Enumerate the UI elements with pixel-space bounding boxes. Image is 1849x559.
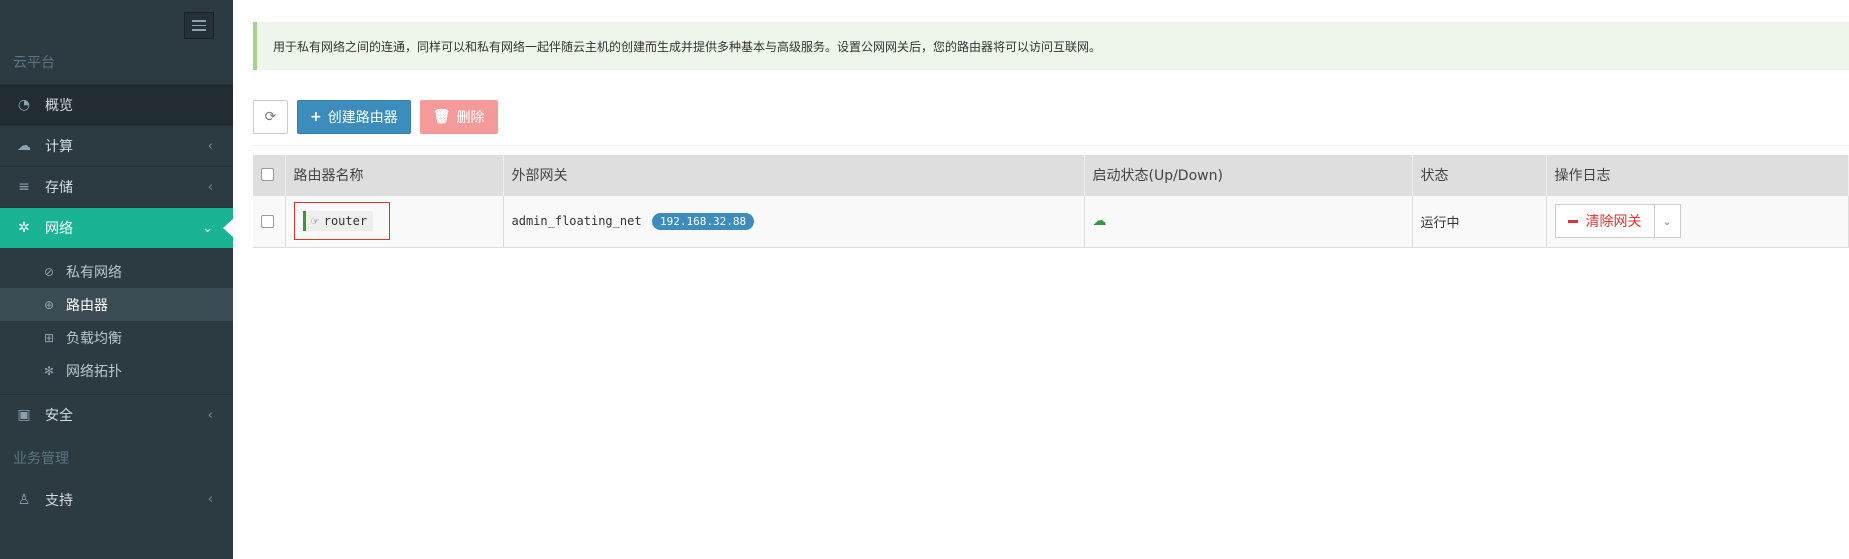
clear-gateway-button[interactable]: 清除网关 [1554, 204, 1655, 238]
sidebar-subitem-router[interactable]: ⊕ 路由器 [0, 288, 233, 321]
sidebar-item-compute[interactable]: ☁ 计算 ‹ [0, 125, 233, 166]
delete-button[interactable]: 🗑 删除 [419, 100, 498, 134]
sidebar-item-security[interactable]: ▣ 安全 ‹ [0, 394, 233, 435]
gateway-ip-badge: 192.168.32.88 [652, 212, 755, 230]
refresh-button[interactable]: ⟳ [253, 100, 288, 134]
chevron-down-icon: ⌄ [1662, 214, 1672, 228]
section-header-platform: 云平台 [13, 55, 55, 71]
divider [253, 145, 1849, 146]
column-header-name[interactable]: 路由器名称 [285, 155, 504, 195]
briefcase-icon: ▣ [17, 407, 31, 423]
sidebar-subitem-label: 网络拓扑 [66, 363, 122, 380]
cloud-icon: ☁ [17, 138, 31, 154]
gateway-network: admin_floating_net [511, 213, 642, 228]
sidebar-item-label: 网络 [45, 221, 73, 237]
sidebar-item-label: 计算 [45, 139, 73, 155]
asterisk-icon: ✻ [43, 363, 55, 378]
admin-state-cell: ☁ [1084, 194, 1413, 248]
sidebar-item-label: 概览 [45, 98, 73, 114]
toolbar: ⟳ + 创建路由器 🗑 删除 [253, 100, 498, 136]
active-indicator [223, 219, 233, 237]
notice-text: 用于私有网络之间的连通，同样可以和私有网络一起伴随云主机的创建而生成并提供多种基… [273, 39, 1102, 54]
router-name-link[interactable]: ☞ router [302, 211, 374, 231]
chevron-left-icon: ‹ [207, 179, 213, 195]
support-icon: ♙ [17, 491, 31, 508]
status-text: 运行中 [1420, 215, 1460, 231]
select-all-checkbox[interactable] [261, 168, 274, 182]
sidebar-item-overview[interactable]: ◔ 概览 [0, 84, 233, 125]
select-all-cell [253, 155, 286, 195]
action-dropdown-toggle[interactable]: ⌄ [1654, 204, 1681, 238]
row-select-cell [253, 194, 286, 248]
chevron-down-icon: ⌄ [202, 220, 213, 236]
create-router-button[interactable]: + 创建路由器 [297, 100, 411, 134]
sidebar-item-label: 存储 [45, 180, 73, 196]
globe-icon: ⊕ [43, 297, 55, 312]
sidebar: 云平台 ◔ 概览 ☁ 计算 ‹ ≡ 存储 ‹ ✲ 网络 ⌄ ⊘ 私有网络 ⊕ 路… [0, 0, 233, 559]
chevron-left-icon: ‹ [207, 492, 213, 507]
sidebar-subitem-label: 负载均衡 [66, 330, 122, 347]
sidebar-toggle-button[interactable] [184, 12, 214, 39]
chevron-left-icon: ‹ [207, 407, 213, 423]
sidebar-subitem-label: 私有网络 [66, 264, 122, 281]
column-header-gateway[interactable]: 外部网关 [503, 155, 1085, 195]
action-button-group: 清除网关 ⌄ [1554, 204, 1681, 238]
column-header-admin-state[interactable]: 启动状态(Up/Down) [1084, 155, 1413, 195]
column-header-actions: 操作日志 [1546, 155, 1849, 195]
row-checkbox[interactable] [261, 214, 274, 228]
database-icon: ≡ [18, 179, 30, 195]
sidebar-subitem-load-balancer[interactable]: ⊞ 负载均衡 [0, 321, 233, 354]
router-name-highlight: ☞ router [293, 202, 391, 240]
main-content: 用于私有网络之间的连通，同样可以和私有网络一起伴随云主机的创建而生成并提供多种基… [233, 0, 1849, 559]
trash-icon: 🗑 [432, 109, 451, 125]
column-header-status[interactable]: 状态 [1412, 155, 1547, 195]
actions-cell: 清除网关 ⌄ [1546, 194, 1849, 248]
delete-label: 删除 [456, 110, 485, 126]
network-icon: ✲ [18, 220, 30, 236]
sidebar-subitem-topology[interactable]: ✻ 网络拓扑 [0, 354, 233, 387]
minus-icon [1567, 219, 1578, 223]
sidebar-item-storage[interactable]: ≡ 存储 ‹ [0, 166, 233, 207]
rss-icon: ⊘ [43, 264, 55, 279]
sidebar-subitem-label: 路由器 [66, 297, 108, 314]
refresh-icon: ⟳ [264, 109, 277, 125]
sidebar-subitem-private-network[interactable]: ⊘ 私有网络 [0, 255, 233, 288]
router-name: router [323, 214, 368, 228]
sidebar-item-label: 支持 [45, 492, 73, 509]
hand-pointer-icon: ☞ [311, 214, 319, 228]
chevron-left-icon: ‹ [207, 138, 213, 154]
table-row: ☞ router admin_floating_net 192.168.32.8… [253, 194, 1849, 248]
router-name-cell: ☞ router [285, 194, 504, 248]
menu-bar-icon [192, 29, 206, 31]
create-router-label: 创建路由器 [327, 110, 398, 126]
dashboard-icon: ◔ [17, 97, 31, 113]
menu-bar-icon [192, 20, 206, 22]
cloud-upload-icon: ☁ [1092, 213, 1107, 229]
plus-icon: + [310, 109, 322, 125]
info-notice: 用于私有网络之间的连通，同样可以和私有网络一起伴随云主机的创建而生成并提供多种基… [253, 22, 1849, 70]
menu-bar-icon [192, 24, 206, 27]
sitemap-icon: ⊞ [43, 330, 55, 345]
section-header-business: 业务管理 [13, 451, 69, 467]
clear-gateway-label: 清除网关 [1585, 214, 1642, 230]
sidebar-item-network[interactable]: ✲ 网络 ⌄ [0, 207, 233, 248]
status-cell: 运行中 [1412, 194, 1547, 248]
router-table: 路由器名称 外部网关 启动状态(Up/Down) 状态 操作日志 ☞ route… [253, 155, 1849, 248]
sidebar-item-support[interactable]: ♙ 支持 ‹ [0, 479, 233, 520]
sidebar-item-label: 安全 [45, 408, 73, 424]
table-header-row: 路由器名称 外部网关 启动状态(Up/Down) 状态 操作日志 [253, 155, 1849, 195]
gateway-cell: admin_floating_net 192.168.32.88 [503, 194, 1085, 248]
